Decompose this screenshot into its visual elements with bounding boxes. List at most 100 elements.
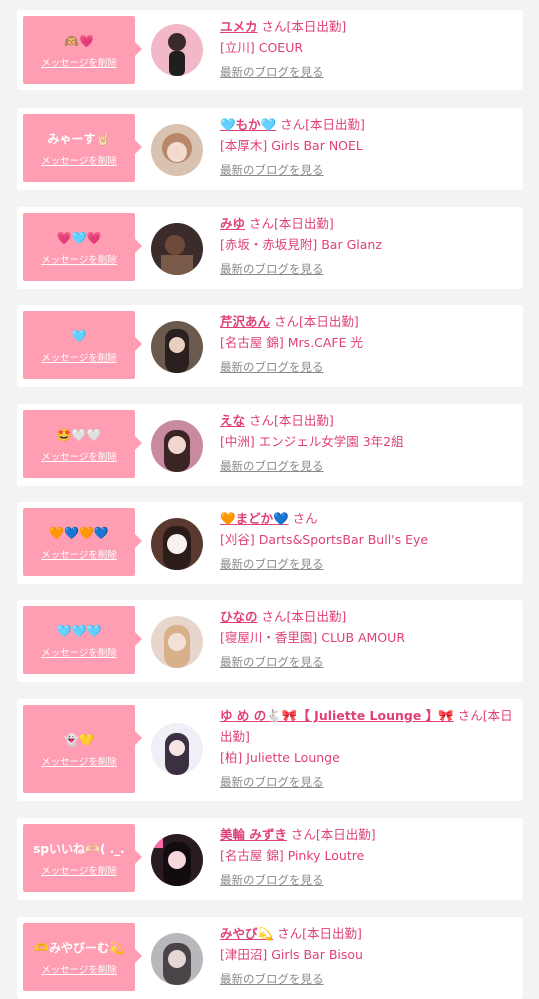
message-card: 🤩🤍🤍 メッセージを削除 えな さん[本日出勤] [中洲] エンジェル女学園 3…: [17, 404, 523, 486]
cast-status: さん[本日出勤]: [261, 609, 347, 624]
cast-status: さん[本日出勤]: [280, 117, 365, 132]
cast-name-link[interactable]: 美輪 みずき: [220, 827, 287, 842]
cast-info: ひなの さん[本日出勤] [寝屋川・香里園] CLUB AMOUR 最新のブログ…: [220, 606, 515, 673]
message-card: 💗🩵💗 メッセージを削除 みゆ さん[本日出勤] [赤坂・赤坂見附] Bar G…: [17, 207, 523, 289]
message-bubble: 👻💛 メッセージを削除: [23, 705, 142, 793]
message-card: 🩵 メッセージを削除 芹沢あん さん[本日出勤] [名古屋 錦] Mrs.CAF…: [17, 305, 523, 387]
message-text: 🙉💗: [64, 33, 94, 48]
cast-name-link[interactable]: みゆ: [220, 216, 245, 231]
message-bubble: みゃーす🤘🏻 メッセージを削除: [23, 114, 142, 182]
avatar[interactable]: [151, 723, 203, 775]
shop-name: [名古屋 錦] Mrs.CAFE 光: [220, 335, 363, 350]
delete-message-link[interactable]: メッセージを削除: [41, 350, 117, 364]
blog-link[interactable]: 最新のブログを見る: [220, 652, 324, 673]
cast-name-link[interactable]: ひなの: [220, 609, 258, 624]
blog-link[interactable]: 最新のブログを見る: [220, 259, 324, 280]
blog-link[interactable]: 最新のブログを見る: [220, 772, 324, 793]
delete-message-link[interactable]: メッセージを削除: [41, 55, 117, 69]
blog-link[interactable]: 最新のブログを見る: [220, 554, 324, 575]
avatar[interactable]: [151, 124, 203, 176]
cast-status: さん[本日出勤]: [261, 19, 347, 34]
delete-message-link[interactable]: メッセージを削除: [41, 547, 117, 561]
cast-info: みゆ さん[本日出勤] [赤坂・赤坂見附] Bar Glanz 最新のブログを見…: [220, 213, 515, 280]
shop-name: [柏] Juliette Lounge: [220, 750, 340, 765]
cast-info: 🧡まどか💙 さん [刈谷] Darts&SportsBar Bull's Eye…: [220, 508, 515, 575]
shop-name: [津田沼] Girls Bar Bisou: [220, 947, 363, 962]
message-bubble: 🩵🩵🩵 メッセージを削除: [23, 606, 142, 674]
avatar[interactable]: [151, 321, 203, 373]
message-bubble: 🙉💗 メッセージを削除: [23, 16, 142, 84]
cast-name-link[interactable]: 🧡まどか💙: [220, 511, 289, 526]
message-bubble: 🤩🤍🤍 メッセージを削除: [23, 410, 142, 478]
cast-name-link[interactable]: みやび💫: [220, 926, 273, 941]
delete-message-link[interactable]: メッセージを削除: [41, 449, 117, 463]
blog-link[interactable]: 最新のブログを見る: [220, 357, 324, 378]
shop-name: [中洲] エンジェル女学園 3年2組: [220, 434, 404, 449]
message-bubble: 💗🩵💗 メッセージを削除: [23, 213, 142, 281]
message-card: spいいね🫶🏻( ._. メッセージを削除 美輪 みずき さん[本日出勤] [名…: [17, 818, 523, 900]
message-bubble: spいいね🫶🏻( ._. メッセージを削除: [23, 824, 142, 892]
message-text: 💗🩵💗: [56, 230, 102, 245]
delete-message-link[interactable]: メッセージを削除: [41, 962, 117, 976]
cast-info: 美輪 みずき さん[本日出勤] [名古屋 錦] Pinky Loutre 最新の…: [220, 824, 515, 891]
blog-link[interactable]: 最新のブログを見る: [220, 870, 324, 891]
delete-message-link[interactable]: メッセージを削除: [41, 863, 117, 877]
avatar[interactable]: [151, 223, 203, 275]
cast-info: 芹沢あん さん[本日出勤] [名古屋 錦] Mrs.CAFE 光 最新のブログを…: [220, 311, 515, 378]
message-card: 🙉💗 メッセージを削除 ユメカ さん[本日出勤] [立川] COEUR 最新のブ…: [17, 10, 523, 90]
blog-link[interactable]: 最新のブログを見る: [220, 160, 324, 181]
shop-name: [赤坂・赤坂見附] Bar Glanz: [220, 237, 382, 252]
blog-link[interactable]: 最新のブログを見る: [220, 456, 324, 477]
cast-status: さん[本日出勤]: [277, 926, 362, 941]
shop-name: [立川] COEUR: [220, 40, 304, 55]
message-card: 🧡💙🧡💙 メッセージを削除 🧡まどか💙 さん [刈谷] Darts&Sports…: [17, 502, 523, 584]
cast-info: ユメカ さん[本日出勤] [立川] COEUR 最新のブログを見る: [220, 16, 515, 83]
blog-link[interactable]: 最新のブログを見る: [220, 969, 324, 990]
cast-info: 🩵もか🩵 さん[本日出勤] [本厚木] Girls Bar NOEL 最新のブロ…: [220, 114, 515, 181]
avatar[interactable]: [151, 518, 203, 570]
delete-message-link[interactable]: メッセージを削除: [41, 252, 117, 266]
cast-name-link[interactable]: 🩵もか🩵: [220, 117, 276, 132]
cast-status: さん[本日出勤]: [274, 314, 359, 329]
cast-status: さん[本日出勤]: [249, 216, 334, 231]
message-card: 👻💛 メッセージを削除 ゆ め の🐇🎀【 Juliette Lounge 】🎀 …: [17, 699, 523, 801]
cast-status: さん: [292, 511, 318, 526]
message-bubble: 🧡💙🧡💙 メッセージを削除: [23, 508, 142, 576]
message-card: 🫶みやびーむ💫 メッセージを削除 みやび💫 さん[本日出勤] [津田沼] Gir…: [17, 917, 523, 999]
message-text: 🧡💙🧡💙: [49, 525, 109, 540]
avatar[interactable]: [151, 834, 203, 886]
cast-info: ゆ め の🐇🎀【 Juliette Lounge 】🎀 さん[本日出勤] [柏]…: [220, 705, 515, 793]
avatar[interactable]: [151, 933, 203, 985]
delete-message-link[interactable]: メッセージを削除: [41, 645, 117, 659]
message-text: 👻💛: [64, 732, 94, 747]
message-text: 🩵🩵🩵: [56, 623, 102, 638]
cast-status: さん[本日出勤]: [249, 413, 334, 428]
message-text: 🤩🤍🤍: [56, 427, 102, 442]
shop-name: [寝屋川・香里園] CLUB AMOUR: [220, 630, 406, 645]
message-bubble: 🩵 メッセージを削除: [23, 311, 142, 379]
avatar[interactable]: [151, 24, 203, 76]
message-card: 🩵🩵🩵 メッセージを削除 ひなの さん[本日出勤] [寝屋川・香里園] CLUB…: [17, 600, 523, 682]
blog-link[interactable]: 最新のブログを見る: [220, 62, 324, 83]
message-text: みゃーす🤘🏻: [47, 131, 111, 146]
message-text: 🩵: [71, 328, 87, 343]
message-text: 🫶みやびーむ💫: [34, 940, 124, 955]
cast-name-link[interactable]: ユメカ: [220, 19, 258, 34]
avatar[interactable]: [151, 420, 203, 472]
message-text: spいいね🫶🏻( ._.: [33, 841, 125, 856]
message-bubble: 🫶みやびーむ💫 メッセージを削除: [23, 923, 142, 991]
cast-info: えな さん[本日出勤] [中洲] エンジェル女学園 3年2組 最新のブログを見る: [220, 410, 515, 477]
message-list: 🙉💗 メッセージを削除 ユメカ さん[本日出勤] [立川] COEUR 最新のブ…: [0, 0, 539, 999]
cast-info: みやび💫 さん[本日出勤] [津田沼] Girls Bar Bisou 最新のブ…: [220, 923, 515, 990]
cast-name-link[interactable]: えな: [220, 413, 245, 428]
shop-name: [本厚木] Girls Bar NOEL: [220, 138, 363, 153]
cast-status: さん[本日出勤]: [290, 827, 376, 842]
shop-name: [名古屋 錦] Pinky Loutre: [220, 848, 365, 863]
cast-name-link[interactable]: 芹沢あん: [220, 314, 270, 329]
shop-name: [刈谷] Darts&SportsBar Bull's Eye: [220, 532, 429, 547]
delete-message-link[interactable]: メッセージを削除: [41, 153, 117, 167]
delete-message-link[interactable]: メッセージを削除: [41, 754, 117, 768]
message-card: みゃーす🤘🏻 メッセージを削除 🩵もか🩵 さん[本日出勤] [本厚木] Girl…: [17, 108, 523, 190]
avatar[interactable]: [151, 616, 203, 668]
cast-name-link[interactable]: ゆ め の🐇🎀【 Juliette Lounge 】🎀: [220, 708, 454, 723]
